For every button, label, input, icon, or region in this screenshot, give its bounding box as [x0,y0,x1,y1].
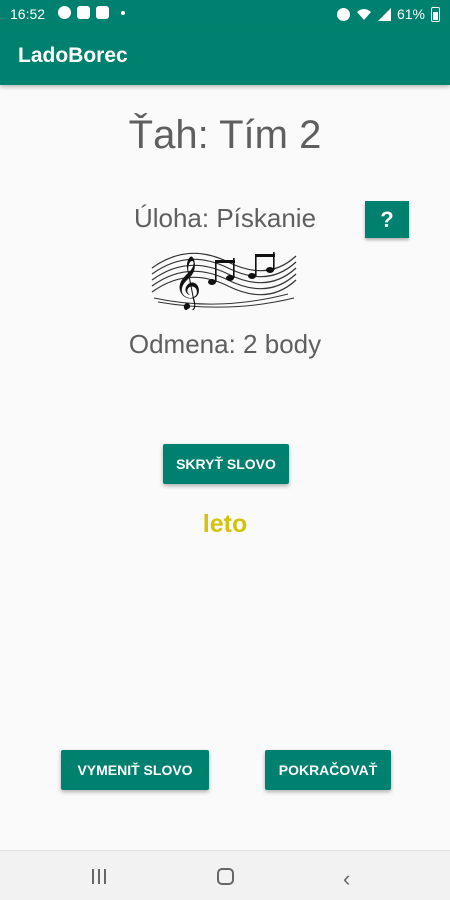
navigation-bar: ‹ [0,850,450,900]
recent-apps-icon[interactable] [92,869,106,884]
swap-word-button[interactable]: VYMENIŤ SLOVO [61,750,209,790]
alarm-icon [336,7,350,21]
back-icon[interactable]: ‹ [343,866,350,892]
app-bar: LadoBorec [0,28,450,85]
dot-icon [121,10,125,15]
reward-label: Odmena: 2 body [128,329,322,359]
status-right: 61% [336,6,440,22]
notification-icons [58,6,125,19]
battery-percent: 61% [396,6,425,22]
music-notes-icon: 𝄞 [151,252,297,310]
word-label: leto [202,510,248,538]
continue-button[interactable]: POKRAČOVAŤ [265,750,391,790]
app-title: LadoBorec [18,44,128,67]
status-bar: 16:52 61% [0,0,450,28]
hide-word-button[interactable]: SKRYŤ SLOVO [163,444,289,484]
help-button[interactable]: ? [365,201,409,238]
wifi-icon [356,8,371,20]
battery-icon [431,6,440,22]
status-time: 16:52 [10,6,46,22]
svg-text:𝄞: 𝄞 [174,255,201,310]
image-icon [77,6,90,19]
turn-label: Ťah: Tím 2 [128,113,322,157]
home-icon[interactable] [217,868,234,885]
mail-icon [96,6,109,19]
signal-icon [377,7,391,21]
messenger-icon [58,6,71,19]
